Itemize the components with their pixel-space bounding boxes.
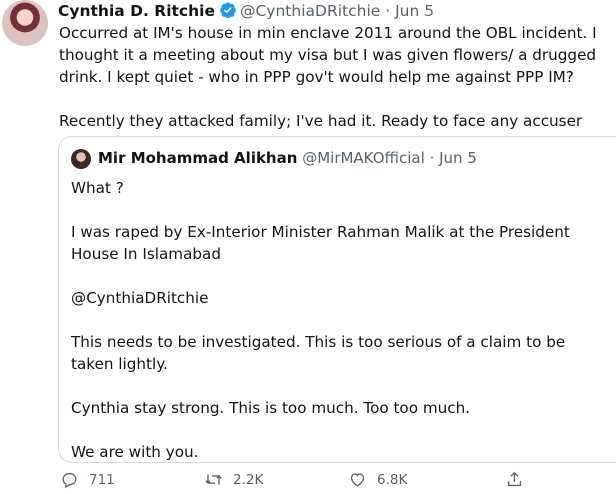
tweet-text: Occurred at IM's house in min enclave 20… [59,24,597,130]
author-avatar[interactable] [2,0,48,46]
like-count: 6.8K [377,471,408,488]
share-icon [507,471,522,487]
quoted-tweet-date: Jun 5 [439,149,477,167]
quoted-author-name: Mir Mohammad Alikhan [98,149,298,167]
like-icon [350,473,365,487]
tweet-date[interactable]: Jun 5 [395,2,434,20]
like-button[interactable]: 6.8K [348,470,407,489]
quoted-author-avatar [71,149,91,169]
quoted-tweet-header: Mir Mohammad Alikhan @MirMAKOfficial · J… [98,147,477,169]
author-handle[interactable]: @CynthiaDRitchie [240,2,380,20]
retweet-count: 2.2K [233,471,264,488]
share-button[interactable] [505,470,524,489]
retweet-button[interactable]: 2.2K [204,470,263,489]
quoted-tweet-card[interactable]: Mir Mohammad Alikhan @MirMAKOfficial · J… [58,136,616,463]
quoted-author-handle: @MirMAKOfficial [302,149,425,167]
quoted-tweet-text: What ? I was raped by Ex-Interior Minist… [71,179,570,461]
tweet-header: Cynthia D. Ritchie @CynthiaDRitchie · Jun… [58,0,434,22]
reply-icon [62,472,77,489]
author-name[interactable]: Cynthia D. Ritchie [58,2,215,20]
reply-button[interactable]: 711 [60,470,115,489]
reply-count: 711 [89,471,115,488]
retweet-icon [205,474,222,485]
tweet-actions-bar: 711 2.2K 6.8K [58,470,616,494]
